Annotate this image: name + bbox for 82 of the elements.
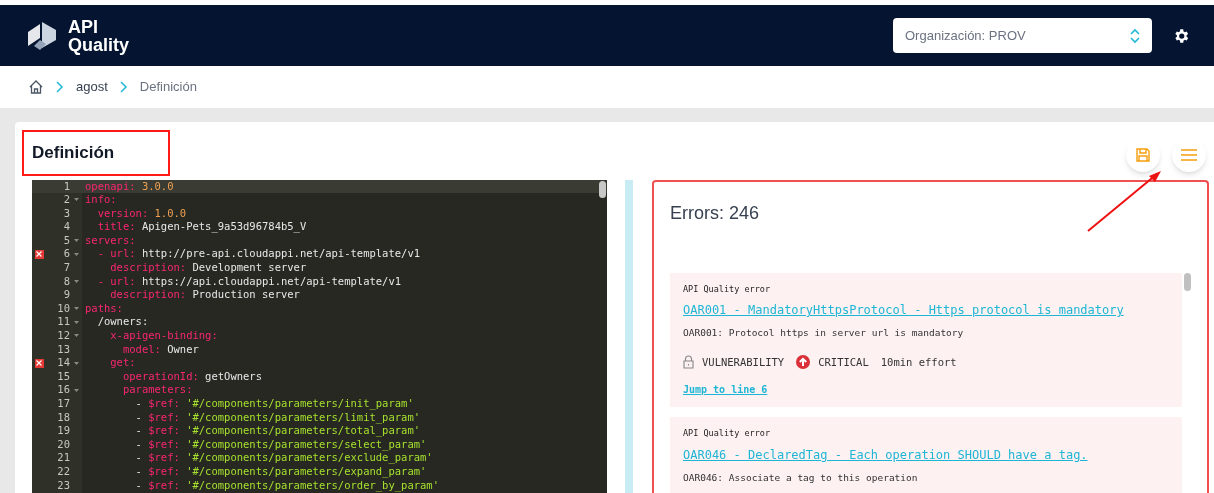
line-number: 11 xyxy=(56,315,70,330)
code-editor[interactable] xyxy=(32,179,607,493)
fold-caret-icon[interactable] xyxy=(73,252,79,256)
home-icon[interactable] xyxy=(28,79,44,95)
fold-caret-icon[interactable] xyxy=(73,307,79,311)
line-number: 8 xyxy=(62,274,70,289)
line-number: 18 xyxy=(56,410,70,425)
code-line: description: Production server xyxy=(109,288,300,302)
line-number: 23 xyxy=(56,478,70,493)
code-line: - $ref: '#/components/parameters/select_param' xyxy=(134,437,427,452)
code-line: - $ref: '#/components/parameters/init_param' xyxy=(134,397,414,411)
line-number: 19 xyxy=(56,424,70,438)
code-line: get: xyxy=(109,356,136,370)
fold-caret-icon[interactable] xyxy=(73,279,79,283)
line-number: 7 xyxy=(62,261,70,275)
jump-to-line-link[interactable]: Jump to line 6 xyxy=(683,382,1169,398)
error-source: API Quality error xyxy=(683,282,771,296)
code-line: model: Owner xyxy=(121,342,199,357)
line-number: 1 xyxy=(62,179,70,194)
code-line: title: Apigen-Pets_9a53d96784b5_V xyxy=(96,220,307,234)
fold-caret-icon[interactable] xyxy=(73,388,79,392)
line-number: 6 xyxy=(62,247,70,262)
line-number: 20 xyxy=(56,437,70,452)
code-line: version: 1.0.0 xyxy=(96,206,187,221)
save-icon xyxy=(1135,146,1151,163)
scrollbar-thumb[interactable] xyxy=(599,180,606,198)
code-line: - url: https://api.cloudappi.net/api-template/v1 xyxy=(96,274,402,289)
line-number: 3 xyxy=(62,206,70,221)
error-source: API Quality error xyxy=(683,427,771,440)
organization-select[interactable]: Organización: PROV xyxy=(893,18,1152,53)
line-number: 21 xyxy=(56,451,70,465)
error-description: OAR001: Protocol https in server url is mandatory xyxy=(683,326,965,341)
code-line: - url: http://pre-api.cloudappi.net/api-template/v1 xyxy=(96,247,421,262)
line-number: 10 xyxy=(56,301,70,316)
fold-caret-icon[interactable] xyxy=(73,334,79,338)
chevron-right-icon xyxy=(56,81,64,93)
code-line: parameters: xyxy=(121,383,193,397)
line-number: 16 xyxy=(56,383,70,397)
logo-text: API xyxy=(68,17,99,36)
fold-caret-icon[interactable] xyxy=(73,320,79,324)
code-line: openapi: 3.0.0 xyxy=(84,179,174,194)
fold-caret-icon[interactable] xyxy=(73,361,79,365)
code-line: /owners: xyxy=(96,315,149,330)
code-line: operationId: getOwners xyxy=(121,369,262,384)
chevron-updown-icon xyxy=(1130,27,1140,44)
line-number: 14 xyxy=(56,356,70,370)
chevron-right-icon xyxy=(119,81,128,93)
line-number: 17 xyxy=(56,397,70,411)
page-title: Definición xyxy=(22,130,170,176)
code-line: - $ref: '#/components/parameters/expand_param' xyxy=(134,464,427,479)
line-number: 5 xyxy=(62,233,70,248)
line-number: 15 xyxy=(56,369,70,384)
code-line: description: Development server xyxy=(109,261,307,275)
issue-type: VULNERABILITY xyxy=(702,354,785,370)
severity-label: CRITICAL xyxy=(818,354,869,370)
line-number: 4 xyxy=(62,220,70,234)
line-number: 12 xyxy=(56,329,70,343)
lock-icon xyxy=(683,355,694,370)
code-line: paths: xyxy=(84,301,123,316)
effort-label: 10min effort xyxy=(880,354,957,370)
code-line: info: xyxy=(84,193,117,207)
errors-title: Errors: 246 xyxy=(670,201,761,225)
code-line: - $ref: '#/components/parameters/exclude_param' xyxy=(134,451,433,465)
code-line: servers: xyxy=(84,233,136,248)
logo-text: Quality xyxy=(68,35,129,54)
error-title-link[interactable]: OAR001 - MandatoryHttpsProtocol - Https protocol is mandatory xyxy=(683,301,1169,320)
error-title-link[interactable]: OAR046 - DeclaredTag - Each operation SHOULD have a tag. xyxy=(683,446,1169,464)
line-number: 9 xyxy=(62,288,70,302)
line-number: 13 xyxy=(56,342,70,357)
code-line: - $ref: '#/components/parameters/order_by_param' xyxy=(134,478,439,493)
fold-caret-icon[interactable] xyxy=(73,198,79,202)
line-number: 2 xyxy=(62,193,70,207)
fold-caret-icon[interactable] xyxy=(73,239,79,243)
code-line: - $ref: '#/components/parameters/total_param' xyxy=(134,424,421,438)
error-description: OAR046: Associate a tag to this operation xyxy=(683,471,919,485)
breadcrumb-link[interactable]: agost xyxy=(76,77,108,97)
arrow-up-circle-icon xyxy=(796,355,811,370)
line-number: 22 xyxy=(56,464,70,479)
code-line: x-apigen-binding: xyxy=(109,329,218,343)
code-line: - $ref: '#/components/parameters/limit_param' xyxy=(134,410,421,425)
menu-icon xyxy=(1181,148,1197,161)
scrollbar-thumb[interactable] xyxy=(1184,272,1191,291)
